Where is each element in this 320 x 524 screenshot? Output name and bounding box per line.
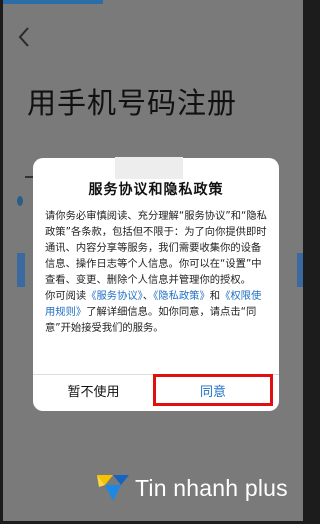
app-screen: 用手机号码注册 服务协议和隐私政策 请你务必审慎阅读、充分理解“服务协议”和“隐… — [3, 0, 303, 521]
background-button-edge-right — [297, 253, 303, 287]
watermark-text: Tin nhanh plus — [135, 474, 288, 501]
background-radio — [17, 196, 23, 206]
privacy-dialog: 服务协议和隐私政策 请你务必审慎阅读、充分理解“服务协议”和“隐私政策”各条款，… — [33, 157, 279, 411]
page-title: 用手机号码注册 — [27, 86, 238, 120]
back-button[interactable] — [17, 26, 43, 52]
link-separator: 和 — [209, 290, 221, 302]
background-divider — [25, 176, 33, 178]
chevron-left-icon — [18, 27, 29, 47]
service-agreement-link[interactable]: 《服务协议》 — [86, 290, 143, 302]
link-separator: 、 — [142, 290, 154, 302]
watermark: Tin nhanh plus — [95, 470, 288, 506]
dialog-title: 服务协议和隐私政策 — [88, 182, 224, 198]
privacy-policy-link[interactable]: 《隐私政策》 — [153, 290, 210, 302]
status-progress-line — [3, 0, 103, 4]
dialog-header-placeholder — [115, 157, 183, 179]
background-button-edge — [17, 253, 25, 287]
decline-button[interactable]: 暂不使用 — [33, 375, 154, 411]
tin-nhanh-logo-icon — [97, 475, 129, 501]
dialog-body: 请你务必审慎阅读、充分理解“服务协议”和“隐私政策”各条款，包括但不限于：为了向… — [45, 208, 271, 336]
agree-button[interactable]: 同意 — [153, 374, 273, 406]
dialog-paragraph-1: 请你务必审慎阅读、充分理解“服务协议”和“隐私政策”各条款，包括但不限于：为了向… — [45, 210, 267, 286]
dialog-paragraph-2-prefix: 你可阅读 — [45, 290, 87, 302]
